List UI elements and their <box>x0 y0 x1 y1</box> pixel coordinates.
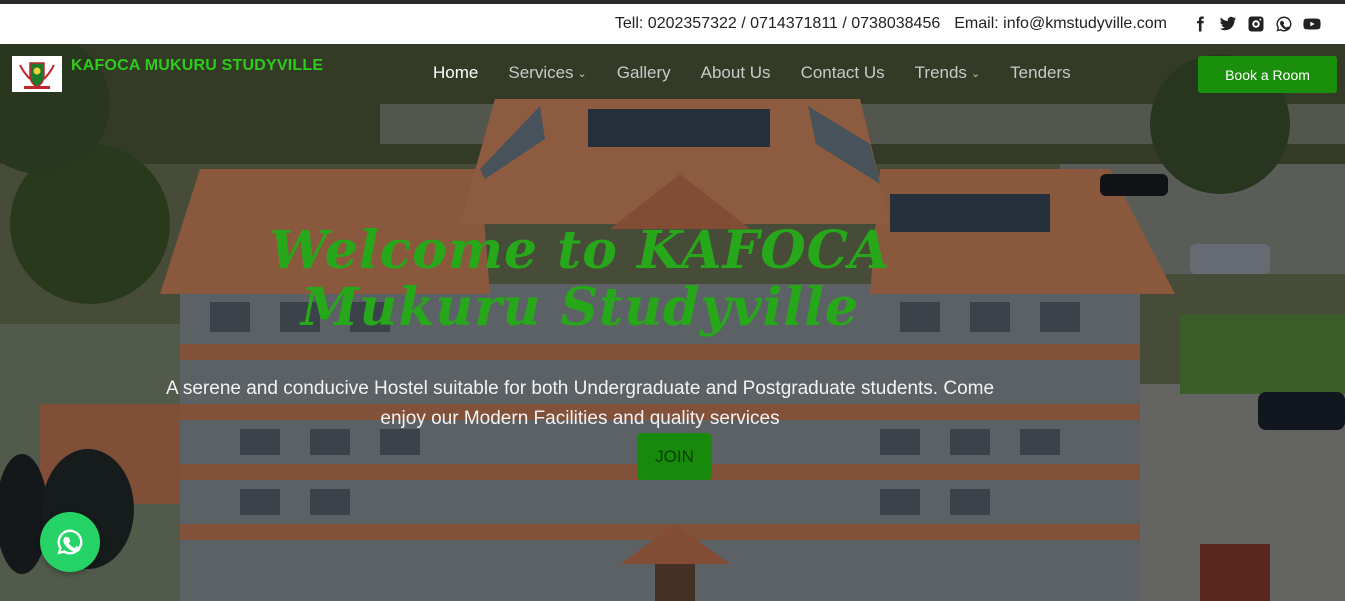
nav-item-services[interactable]: Services ⌄ <box>508 63 586 83</box>
whatsapp-chat-button[interactable] <box>40 512 100 572</box>
hero-subtitle: A serene and conducive Hostel suitable f… <box>110 374 1050 434</box>
nav-item-label: Gallery <box>616 63 671 82</box>
nav-menu: Home Services ⌄ Gallery About Us Contact… <box>433 63 1101 83</box>
instagram-icon[interactable] <box>1247 15 1265 33</box>
nav-item-label: About Us <box>700 63 771 82</box>
nav-item-label: Tenders <box>1010 63 1071 82</box>
book-room-button[interactable]: Book a Room <box>1198 56 1337 93</box>
join-button[interactable]: JOIN <box>637 433 712 480</box>
phone-numbers: Tell: 0202357322 / 0714371811 / 07380384… <box>614 15 941 32</box>
nav-item-label: Services <box>508 63 574 82</box>
hero-title-line-2: Mukuru Studyville <box>300 277 860 339</box>
crest-icon <box>14 57 60 91</box>
social-links <box>1191 15 1321 33</box>
email-address[interactable]: Email: info@kmstudyville.com <box>954 15 1167 33</box>
nav-item-gallery[interactable]: Gallery <box>617 63 671 83</box>
nav-item-contact-us[interactable]: Contact Us <box>801 63 885 83</box>
hero-subtitle-line-1: A serene and conducive Hostel suitable f… <box>165 378 995 399</box>
nav-item-home[interactable]: Home <box>433 63 478 83</box>
main-navbar: KAFOCA MUKURU STUDYVILLE Home Services ⌄… <box>0 44 1345 104</box>
whatsapp-icon[interactable] <box>1275 15 1293 33</box>
nav-item-trends[interactable]: Trends ⌄ <box>915 63 981 83</box>
nav-item-label: Trends <box>914 63 967 82</box>
youtube-icon[interactable] <box>1303 15 1321 33</box>
whatsapp-icon <box>57 529 83 555</box>
brand-name[interactable]: KAFOCA MUKURU STUDYVILLE <box>71 57 323 75</box>
twitter-icon[interactable] <box>1219 15 1237 33</box>
contact-topbar: Tell: 0202357322 / 0714371811 / 07380384… <box>0 4 1345 44</box>
chevron-down-icon: ⌄ <box>577 67 587 80</box>
nav-item-tenders[interactable]: Tenders <box>1010 63 1070 83</box>
facebook-icon[interactable] <box>1191 15 1209 33</box>
nav-item-label: Contact Us <box>800 63 885 82</box>
hero-subtitle-line-2: enjoy our Modern Facilities and quality … <box>380 408 780 429</box>
nav-item-label: Home <box>433 63 479 82</box>
hero-title: Welcome to KAFOCA Mukuru Studyville <box>220 220 940 339</box>
chevron-down-icon: ⌄ <box>970 67 981 80</box>
nav-item-about-us[interactable]: About Us <box>701 63 771 83</box>
hero-title-line-1: Welcome to KAFOCA <box>269 220 891 281</box>
site-logo[interactable] <box>12 56 62 92</box>
